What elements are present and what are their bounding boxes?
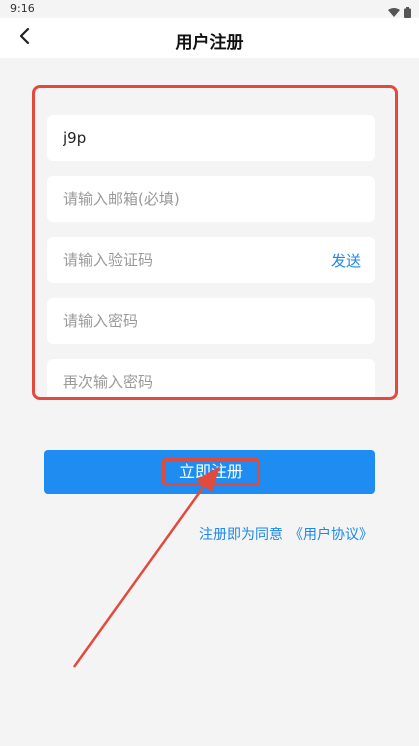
status-time: 9:16 — [10, 2, 35, 15]
agreement-line: 注册即为同意 《用户协议》 — [199, 524, 373, 544]
annotation-highlight-box: 发送 — [32, 85, 398, 400]
page-title: 用户注册 — [175, 33, 244, 53]
code-field-wrapper: 发送 — [47, 237, 375, 283]
agreement-text: 注册即为同意 — [199, 527, 283, 543]
user-agreement-link[interactable]: 《用户协议》 — [289, 527, 373, 543]
password-input[interactable] — [47, 298, 375, 344]
confirm-password-field-wrapper — [47, 359, 375, 397]
username-field-wrapper — [47, 115, 375, 161]
send-code-button[interactable]: 发送 — [331, 250, 361, 271]
password-field-wrapper — [47, 298, 375, 344]
email-field-wrapper — [47, 176, 375, 222]
register-button-label: 立即注册 — [162, 458, 260, 486]
register-button[interactable]: 立即注册 — [44, 450, 375, 494]
email-input[interactable] — [47, 176, 375, 222]
confirm-password-input[interactable] — [47, 359, 375, 397]
form-area: 发送 — [0, 58, 419, 408]
username-input[interactable] — [47, 115, 375, 161]
verification-code-input[interactable] — [47, 237, 375, 283]
header-bar: 用户注册 — [0, 18, 419, 58]
status-bar: 9:16 — [0, 0, 419, 18]
